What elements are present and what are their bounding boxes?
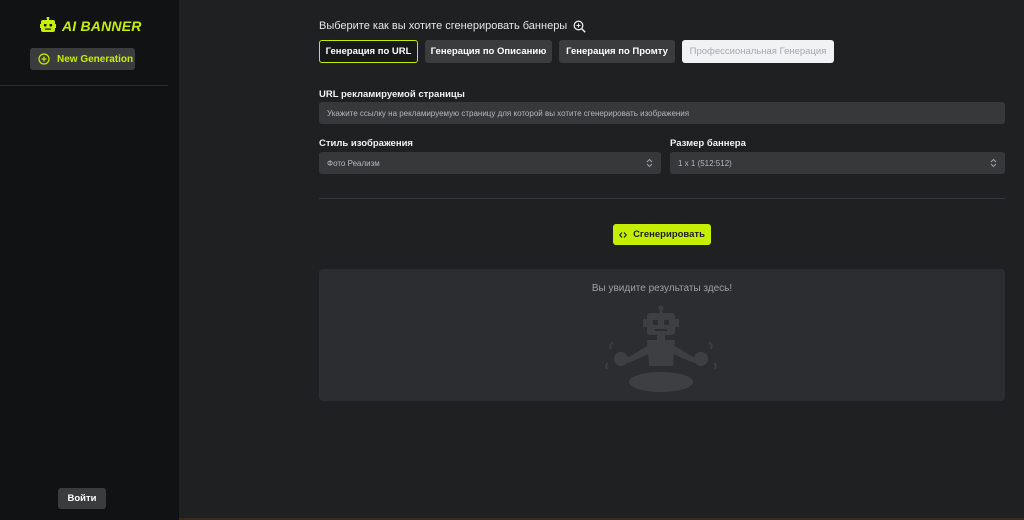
results-placeholder: Вы увидите результаты здесь! xyxy=(591,283,733,294)
url-placeholder: Укажите ссылку на рекламируемую страницу… xyxy=(327,108,690,118)
chevron-up-down-icon xyxy=(990,158,997,168)
code-arrows-icon xyxy=(619,231,628,238)
section-divider xyxy=(319,198,1005,199)
size-label: Размер баннера xyxy=(670,138,746,149)
page-heading-text: Выберите как вы хотите сгенерировать бан… xyxy=(319,20,568,32)
new-generation-label: New Generation xyxy=(57,53,134,65)
style-value: Фото Реализм xyxy=(327,158,380,168)
mode-url-button[interactable]: Генерация по URL xyxy=(319,40,418,63)
login-button[interactable]: Войти xyxy=(58,488,106,509)
search-zoom-icon[interactable] xyxy=(573,20,586,33)
meditating-robot-icon xyxy=(605,305,717,392)
mode-prompt-button[interactable]: Генерация по Промту xyxy=(559,40,675,63)
size-select[interactable]: 1 x 1 (512:512) xyxy=(670,152,1005,174)
mode-description-button[interactable]: Генерация по Описанию xyxy=(425,40,552,63)
generate-label: Сгенерировать xyxy=(633,229,705,240)
robot-icon xyxy=(40,17,56,32)
page-heading: Выберите как вы хотите сгенерировать бан… xyxy=(319,18,586,34)
chevron-up-down-icon xyxy=(646,158,653,168)
logo[interactable]: AI BANNER xyxy=(40,16,142,36)
logo-text: AI BANNER xyxy=(62,18,142,34)
mode-professional-button[interactable]: Профессиональная Генерация xyxy=(682,40,834,63)
size-value: 1 x 1 (512:512) xyxy=(678,158,732,168)
sidebar-divider xyxy=(0,85,168,86)
results-panel: Вы увидите результаты здесь! xyxy=(319,269,1005,401)
url-input[interactable]: Укажите ссылку на рекламируемую страницу… xyxy=(319,102,1005,124)
sidebar: AI BANNER New Generation Войти xyxy=(0,0,179,520)
plus-circle-icon xyxy=(38,53,50,65)
new-generation-button[interactable]: New Generation xyxy=(30,48,135,70)
style-select[interactable]: Фото Реализм xyxy=(319,152,661,174)
generate-button[interactable]: Сгенерировать xyxy=(613,224,711,245)
style-label: Стиль изображения xyxy=(319,138,413,149)
url-label: URL рекламируемой страницы xyxy=(319,89,465,100)
